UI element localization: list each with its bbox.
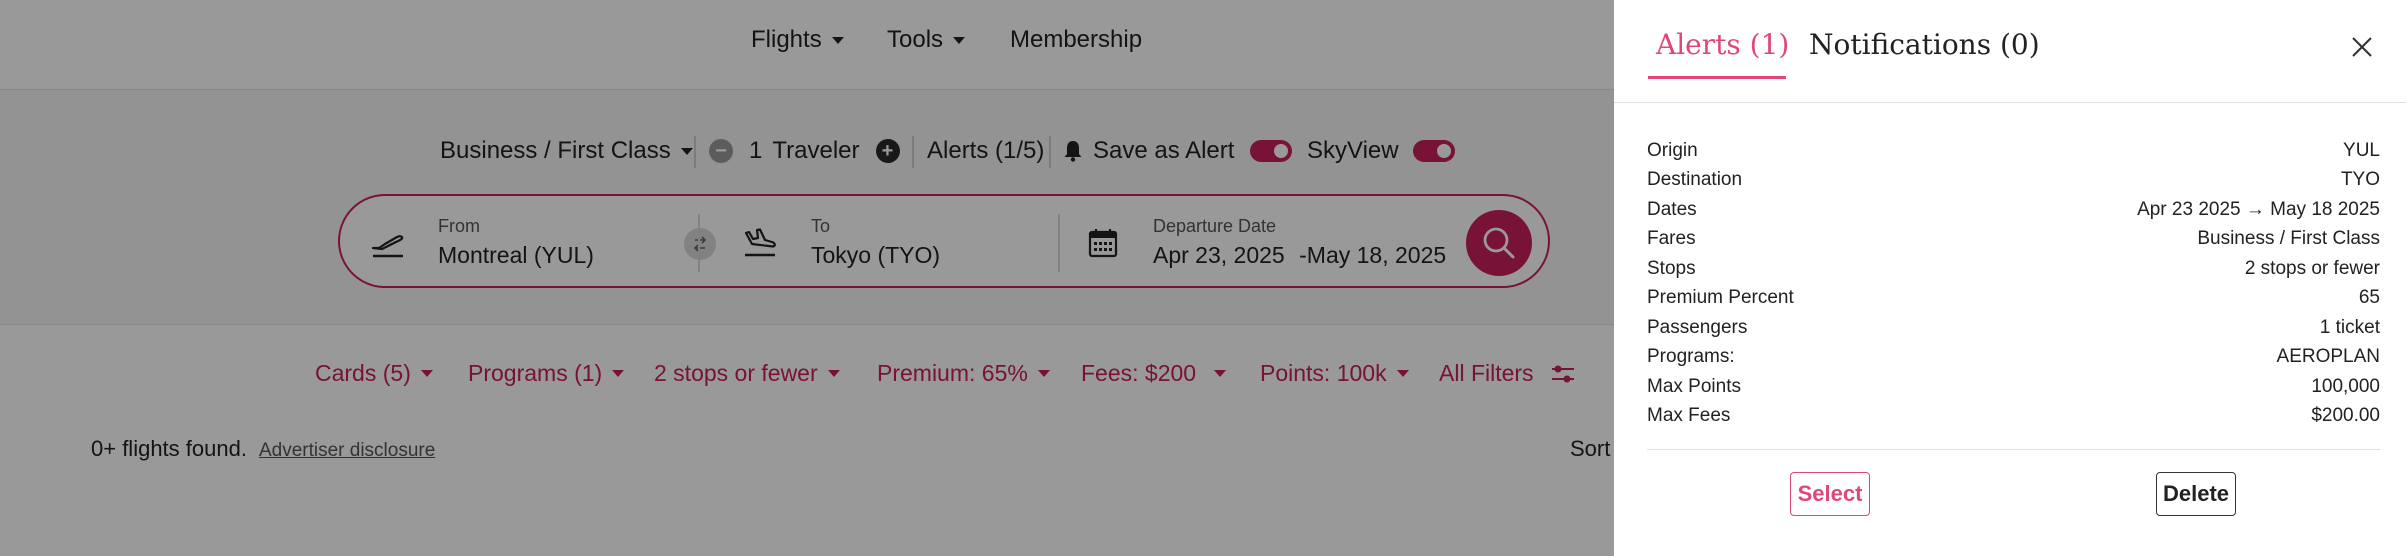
- detail-label: Fares: [1647, 228, 1696, 250]
- detail-row-passengers: Passengers 1 ticket: [1647, 313, 2380, 343]
- detail-label: Premium Percent: [1647, 287, 1794, 309]
- active-tab-indicator: [1648, 76, 1786, 79]
- detail-label: Dates: [1647, 198, 1697, 220]
- detail-row-fares: Fares Business / First Class: [1647, 225, 2380, 255]
- detail-row-max-fees: Max Fees $200.00: [1647, 402, 2380, 432]
- detail-label: Origin: [1647, 139, 1698, 161]
- detail-label: Programs:: [1647, 346, 1735, 368]
- divider: [1647, 449, 2380, 450]
- detail-value: 2 stops or fewer: [2244, 257, 2380, 279]
- detail-value: Business / First Class: [2197, 228, 2380, 250]
- detail-label: Max Fees: [1647, 405, 1731, 427]
- detail-label: Max Points: [1647, 375, 1741, 397]
- detail-label: Passengers: [1647, 316, 1748, 338]
- detail-row-stops: Stops 2 stops or fewer: [1647, 254, 2380, 284]
- tab-notifications[interactable]: Notifications (0): [1809, 28, 2040, 61]
- alert-details: Origin YUL Destination TYO Dates Apr 23 …: [1647, 136, 2380, 431]
- detail-row-max-points: Max Points 100,000: [1647, 372, 2380, 402]
- select-button[interactable]: Select: [1790, 472, 1870, 516]
- delete-button[interactable]: Delete: [2156, 472, 2236, 516]
- detail-value: 65: [2358, 287, 2380, 309]
- alerts-panel: Alerts (1) Notifications (0) Origin YUL …: [1614, 0, 2406, 556]
- detail-row-origin: Origin YUL: [1647, 136, 2380, 166]
- detail-label: Destination: [1647, 169, 1743, 191]
- tab-alerts[interactable]: Alerts (1): [1656, 28, 1789, 61]
- detail-value: Apr 23 2025 → May 18 2025: [2137, 198, 2380, 220]
- detail-row-programs: Programs: AEROPLAN: [1647, 343, 2380, 373]
- detail-value: YUL: [2343, 139, 2380, 161]
- panel-header: Alerts (1) Notifications (0): [1614, 0, 2406, 103]
- close-icon[interactable]: [2350, 35, 2374, 59]
- detail-label: Stops: [1647, 257, 1696, 279]
- detail-value: AEROPLAN: [2276, 346, 2380, 368]
- detail-value: $200.00: [2311, 405, 2380, 427]
- detail-row-premium-percent: Premium Percent 65: [1647, 284, 2380, 314]
- detail-value: TYO: [2340, 169, 2380, 191]
- detail-value: 100,000: [2311, 375, 2380, 397]
- detail-value: 1 ticket: [2319, 316, 2380, 338]
- detail-row-dates: Dates Apr 23 2025 → May 18 2025: [1647, 195, 2380, 225]
- detail-row-destination: Destination TYO: [1647, 166, 2380, 196]
